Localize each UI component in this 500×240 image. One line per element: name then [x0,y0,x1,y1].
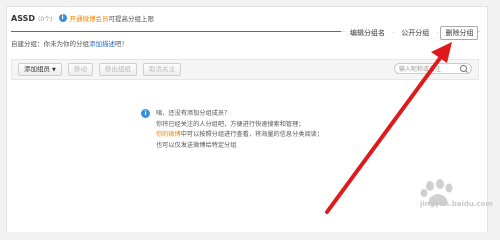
header-note: 开通微博会员可提高分组上限 [70,13,155,23]
add-member-label: 添加组员 [24,65,50,73]
add-description-link[interactable]: 添加描述 [89,40,115,48]
group-header: ASSD (0个) i 开通微博会员可提高分组上限 [11,12,154,24]
search-icon[interactable] [460,65,467,72]
empty-line-1: 咦，还没有添加分组成员？ [156,110,231,117]
description-suffix: 吧！ [115,40,128,48]
vip-link[interactable]: 开通微博会员 [70,15,109,23]
member-search-input[interactable]: 输入昵称或备注 [394,63,472,74]
my-weibo-link[interactable]: 你的微博 [156,131,181,138]
empty-line-4: 也可以仅发送微博给特定分组 [156,141,237,149]
add-member-button[interactable]: 添加组员 ▼ [18,63,62,76]
header-note-text: 可提高分组上限 [108,15,155,23]
empty-state-text: 咦，还没有添加分组成员？ 你将已经关注的人分组吧，方便进行快速搜索和管理； 你的… [156,109,323,151]
group-actions: 编辑分组名 · 公开分组 · 删除分组 [345,25,479,40]
remove-from-group-button[interactable]: 移出组组 [98,63,137,76]
public-group-button[interactable]: 公开分组 [396,25,435,40]
info-icon: i [141,109,150,118]
empty-line-3-text: 中可以按照分组进行查看，将海量的信息分类阅读； [180,131,324,138]
unfollow-button[interactable]: 取消关注 [142,63,181,76]
group-name: ASSD [11,13,35,23]
chevron-down-icon: ▼ [52,67,56,73]
group-description-line: 自建分组：你未为你的分组添加描述吧！ [11,38,128,48]
action-separator: · [436,28,439,37]
description-prefix: 自建分组：你未为你的分组 [11,40,89,48]
action-separator: · [392,28,395,37]
empty-line-3: 你的微博中可以按照分组进行查看，将海量的信息分类阅读； [156,130,323,141]
move-button[interactable]: 移动 [67,63,93,76]
info-icon: i [58,14,67,22]
edit-group-name-button[interactable]: 编辑分组名 [345,25,390,40]
search-placeholder: 输入昵称或备注 [399,66,442,73]
header-underline [11,31,341,32]
member-toolbar: 添加组员 ▼ 移动 移出组组 取消关注 输入昵称或备注 [11,59,479,80]
watermark-text: jingyan.baidu.com [420,200,493,208]
empty-line-2: 你将已经关注的人分组吧，方便进行快速搜索和管理； [156,120,305,128]
watermark: jingyan.baidu.com [400,178,496,226]
empty-state: i 咦，还没有添加分组成员？ 你将已经关注的人分组吧，方便进行快速搜索和管理； … [141,109,323,151]
delete-group-button[interactable]: 删除分组 [440,25,479,40]
group-count: (0个) [38,15,53,23]
